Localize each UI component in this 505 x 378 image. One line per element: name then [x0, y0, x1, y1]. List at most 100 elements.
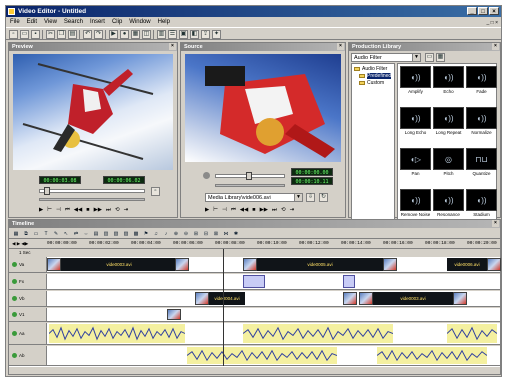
track-header[interactable]: Va: [9, 257, 47, 272]
track-area[interactable]: vide0003.avi vide0005.avi vide0006.avi: [47, 257, 501, 272]
export-icon[interactable]: ⇪: [201, 30, 210, 39]
stop-icon[interactable]: ■: [252, 207, 255, 214]
close-button[interactable]: ×: [489, 7, 499, 15]
menu-view[interactable]: View: [44, 17, 57, 27]
text-icon[interactable]: T: [42, 230, 50, 238]
start-icon[interactable]: ⏮: [65, 207, 70, 214]
chevron-down-icon[interactable]: ▼: [412, 54, 420, 61]
menu-insert[interactable]: Insert: [90, 17, 105, 27]
category-select[interactable]: Audio Filter ▼: [351, 53, 421, 62]
filter-tile[interactable]: ◖)) Remove Noise: [400, 189, 431, 219]
track-icon[interactable]: ▥: [102, 230, 110, 238]
jump-icon[interactable]: ⇥: [290, 207, 295, 214]
track-header[interactable]: Ab: [9, 346, 47, 365]
new-icon[interactable]: ▫: [9, 30, 18, 39]
stop-icon[interactable]: ■: [86, 207, 89, 214]
insert-icon[interactable]: ⇩: [306, 193, 315, 202]
mark-in-icon[interactable]: ⊢: [47, 207, 52, 214]
forward-icon[interactable]: ▶▶: [94, 207, 102, 214]
split-icon[interactable]: ⧉: [22, 230, 30, 238]
menu-edit[interactable]: Edit: [27, 17, 37, 27]
audio-clip[interactable]: [49, 324, 185, 343]
tree-item[interactable]: Custom: [354, 80, 392, 87]
track-icon[interactable]: ▩: [132, 230, 140, 238]
filter-tile[interactable]: ◖)) Echo: [433, 66, 464, 96]
slip-icon[interactable]: ⇔: [82, 230, 90, 238]
track-header[interactable]: Aa: [9, 323, 47, 344]
marker-icon[interactable]: ⚑: [142, 230, 150, 238]
visibility-icon[interactable]: [12, 279, 17, 284]
track-icon[interactable]: ▧: [112, 230, 120, 238]
filter-tile[interactable]: ◖▷ Pan: [400, 148, 431, 178]
clip-icon[interactable]: ▭: [32, 230, 40, 238]
track-area[interactable]: [47, 308, 500, 321]
preview-trim-slider[interactable]: [39, 198, 145, 201]
zoom-in-icon[interactable]: ⊕: [172, 230, 180, 238]
folder-icon[interactable]: ▭: [425, 53, 434, 62]
transition-icon[interactable]: ⋈: [222, 230, 230, 238]
play-icon[interactable]: ▶: [109, 30, 118, 39]
menu-search[interactable]: Search: [64, 17, 83, 27]
audio-clip[interactable]: [187, 347, 337, 364]
effect-icon[interactable]: ✱: [232, 230, 240, 238]
close-icon[interactable]: ×: [337, 43, 344, 50]
end-icon[interactable]: ⏭: [272, 207, 277, 214]
scrub-thumb[interactable]: [44, 187, 50, 195]
timeline-scrollbar[interactable]: [9, 366, 500, 374]
volume-icon[interactable]: [203, 172, 210, 179]
track-header[interactable]: Vb: [9, 291, 47, 306]
select-icon[interactable]: ↖: [62, 230, 70, 238]
film-icon[interactable]: ▦: [131, 30, 140, 39]
filter-tile[interactable]: ◖)) Long Repeat: [433, 107, 464, 137]
filter-tile[interactable]: ◖)) Long Echo: [400, 107, 431, 137]
forward-icon[interactable]: ▶▶: [260, 207, 268, 214]
refresh-icon[interactable]: ↻: [319, 193, 328, 202]
library-icon[interactable]: ▥: [157, 30, 166, 39]
visibility-icon[interactable]: [12, 262, 17, 267]
filter-tile[interactable]: ◖)) Fade: [466, 66, 497, 96]
menu-clip[interactable]: Clip: [112, 17, 122, 27]
filter-tile[interactable]: ◖)) Stadium: [466, 189, 497, 219]
filter-tile[interactable]: ◖)) Amplify: [400, 66, 431, 96]
start-icon[interactable]: ⏮: [231, 207, 236, 214]
visibility-icon[interactable]: [12, 312, 17, 317]
maximize-button[interactable]: □: [478, 7, 488, 15]
paste-icon[interactable]: ▤: [68, 30, 77, 39]
jump-icon[interactable]: ⇥: [124, 207, 129, 214]
end-icon[interactable]: ⏭: [106, 207, 111, 214]
visibility-icon[interactable]: [12, 331, 17, 336]
track-area[interactable]: [47, 323, 500, 344]
grid-icon[interactable]: ▦: [12, 230, 20, 238]
filter-tile[interactable]: ⊓⊔ Quantize: [466, 148, 497, 178]
rewind-icon[interactable]: ◀◀: [74, 207, 82, 214]
menu-help[interactable]: Help: [158, 17, 170, 27]
track-area[interactable]: [47, 346, 500, 365]
wizard-icon[interactable]: ✦: [212, 30, 221, 39]
close-icon[interactable]: ×: [492, 220, 499, 227]
clip[interactable]: vide0004.avi: [209, 292, 245, 305]
loop-icon[interactable]: ⟲: [115, 207, 120, 214]
rewind-icon[interactable]: ◀◀: [240, 207, 248, 214]
audio-clip[interactable]: [447, 324, 497, 343]
close-icon[interactable]: ×: [492, 43, 499, 50]
track-area[interactable]: [47, 274, 500, 289]
open-icon[interactable]: ▭: [20, 30, 29, 39]
chevron-down-icon[interactable]: ▼: [294, 194, 302, 201]
razor-icon[interactable]: ✎: [52, 230, 60, 238]
source-trim-slider[interactable]: [215, 184, 285, 187]
playhead[interactable]: [223, 249, 224, 367]
ripple-icon[interactable]: ⇄: [72, 230, 80, 238]
tree-item[interactable]: Audio Filter: [354, 66, 392, 73]
preview-icon[interactable]: ▣: [179, 30, 188, 39]
clip[interactable]: vide0005.avi: [257, 258, 383, 271]
mark-out-icon[interactable]: ⊣: [56, 207, 61, 214]
track-icon[interactable]: ▤: [92, 230, 100, 238]
view-icon[interactable]: ▦: [436, 53, 445, 62]
clip[interactable]: vide0003.avi: [373, 292, 453, 305]
close-icon[interactable]: ×: [169, 43, 176, 50]
filter-tile[interactable]: ◖)) Resonance: [433, 189, 464, 219]
play-icon[interactable]: ▶: [205, 207, 209, 214]
fit-icon[interactable]: ⊟: [202, 230, 210, 238]
source-icon[interactable]: ◧: [190, 30, 199, 39]
visibility-icon[interactable]: [12, 353, 17, 358]
